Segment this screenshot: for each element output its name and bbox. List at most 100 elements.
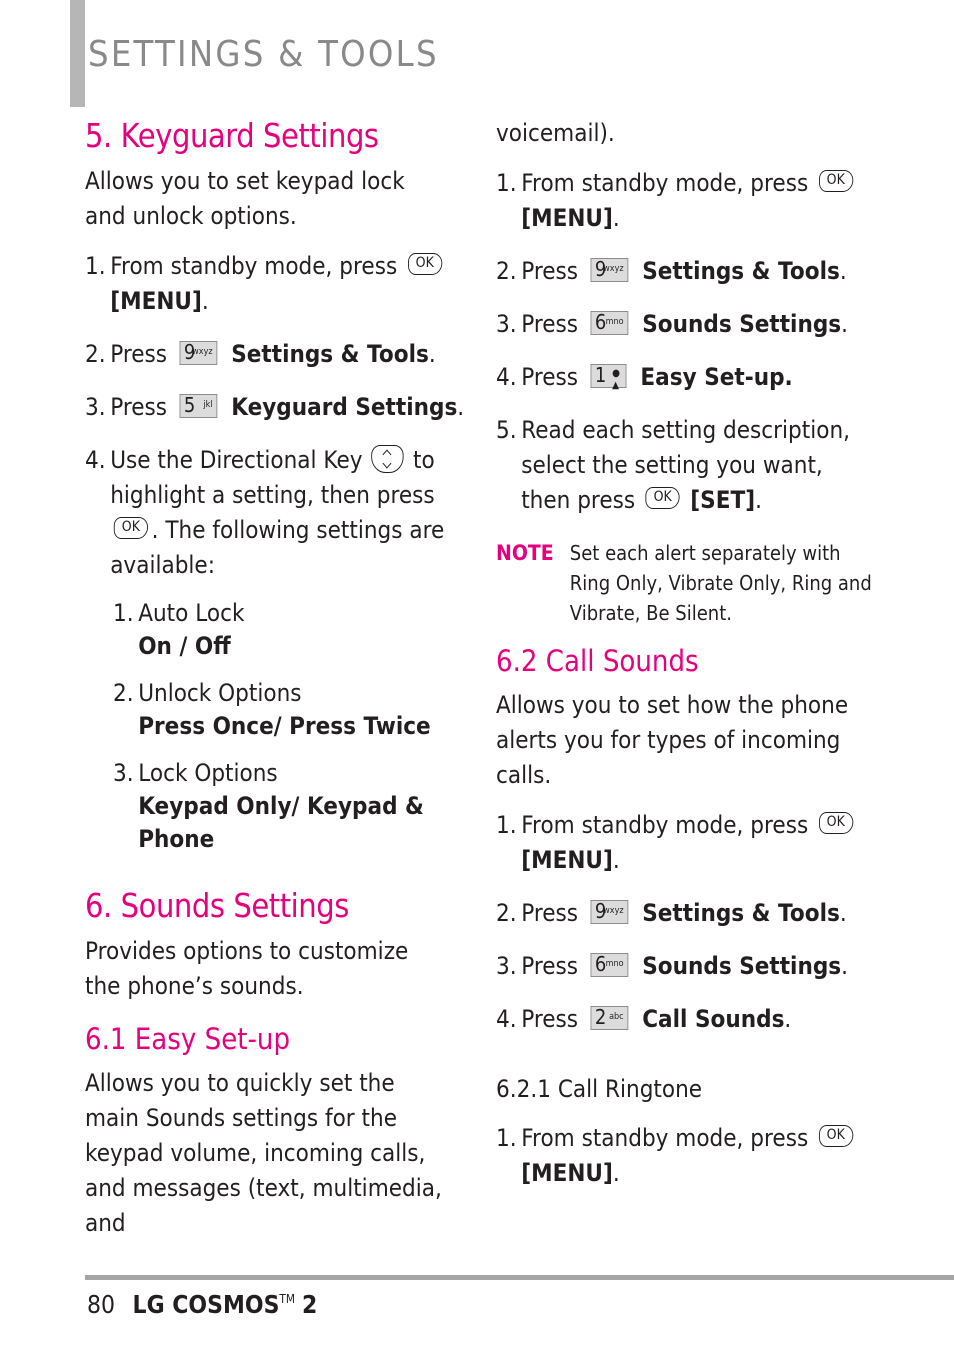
step-suffix: . — [612, 1159, 620, 1187]
page-number: 80 — [87, 1290, 115, 1319]
directional-key-icon — [371, 445, 404, 473]
step-suffix: . — [201, 287, 209, 315]
menu-label: [MENU] — [521, 1159, 613, 1187]
step-number: 1. — [85, 252, 106, 280]
step-text: Press — [110, 393, 168, 421]
left-column: 5. Keyguard Settings Allows you to set k… — [85, 112, 465, 1241]
key-letters: wxyz — [603, 264, 624, 274]
step-text: Press — [521, 363, 579, 391]
ok-key-icon: OK — [113, 517, 148, 539]
key-number: 6 — [594, 952, 607, 976]
step-number: 5. — [496, 416, 517, 444]
call-ringtone-step-1: 1. From standby mode, press OK [MENU]. — [496, 1121, 883, 1191]
menu-target: Easy Set-up. — [640, 363, 793, 391]
right-column: voicemail). 1. From standby mode, press … — [496, 112, 896, 1191]
step-suffix: . — [839, 899, 847, 927]
step-text: Use the Directional Key — [110, 446, 363, 474]
ok-key-icon: OK — [407, 253, 442, 275]
ok-key-icon: OK — [645, 487, 680, 509]
step-number: 1. — [496, 1124, 517, 1152]
step-number: 2. — [496, 257, 517, 285]
step-number: 3. — [496, 952, 517, 980]
key-9-icon: 9 wxyz — [179, 340, 218, 365]
step-number: 4. — [85, 446, 106, 474]
call-sounds-step-3: 3. Press 6 mno Sounds Settings. — [496, 949, 883, 984]
step-text: Press — [521, 899, 579, 927]
key-letters: mno — [605, 959, 624, 969]
step-suffix: . — [839, 257, 847, 285]
key-9-icon: 9 wxyz — [590, 899, 629, 924]
header-side-bar — [70, 0, 85, 107]
key-letters: wxyz — [192, 347, 213, 357]
keyguard-intro: Allows you to set keypad lock and unlock… — [85, 167, 405, 230]
keyguard-step-2: 2. Press 9 wxyz Settings & Tools. — [85, 337, 472, 372]
step-number: 3. — [85, 393, 106, 421]
step-suffix: . — [784, 1005, 792, 1033]
keyguard-options: 1. Auto Lock On / Off 2. Unlock Options … — [85, 597, 465, 856]
step-text: From standby mode, press — [521, 1124, 809, 1152]
menu-target: Keyguard Settings — [231, 393, 458, 421]
step-text: Press — [521, 952, 579, 980]
ok-key-icon: OK — [818, 812, 853, 834]
sounds-heading: 6. Sounds Settings — [85, 886, 349, 925]
menu-target: Settings & Tools — [642, 257, 840, 285]
call-sounds-step-1: 1. From standby mode, press OK [MENU]. — [496, 808, 883, 878]
menu-label: [MENU] — [110, 287, 202, 315]
step-suffix: . — [612, 846, 620, 874]
step-number: 1. — [496, 169, 517, 197]
easy-setup-step-1: 1. From standby mode, press OK [MENU]. — [496, 166, 883, 236]
call-sounds-heading: 6.2 Call Sounds — [496, 644, 699, 678]
easy-setup-intro: Allows you to quickly set the main Sound… — [85, 1069, 442, 1237]
step-text: From standby mode, press — [521, 811, 809, 839]
option-unlock-options: 2. Unlock Options Press Once/ Press Twic… — [113, 677, 491, 743]
step-text: Press — [521, 310, 579, 338]
option-values: On / Off — [138, 632, 231, 660]
set-label: [SET] — [690, 486, 756, 514]
option-values: Press Once/ Press Twice — [138, 712, 431, 740]
step-number: 3. — [496, 310, 517, 338]
step-suffix: . — [841, 952, 849, 980]
option-values: Keypad Only/ Keypad & Phone — [138, 792, 424, 853]
trademark: TM — [279, 1292, 295, 1306]
step-suffix: . — [755, 486, 762, 514]
key-2-icon: 2 abc — [590, 1005, 629, 1030]
note-text: Set each alert separately with Ring Only… — [569, 541, 872, 625]
model-number: 2 — [301, 1290, 318, 1319]
ok-key-icon: OK — [818, 170, 853, 192]
key-number: 1 — [594, 363, 607, 387]
call-sounds-step-4: 4. Press 2 abc Call Sounds. — [496, 1002, 883, 1037]
easy-setup-step-2: 2. Press 9 wxyz Settings & Tools. — [496, 254, 883, 289]
step-text: From standby mode, press — [521, 169, 809, 197]
note-label: NOTE — [496, 541, 554, 565]
menu-target: Settings & Tools — [231, 340, 429, 368]
menu-target: Call Sounds — [642, 1005, 785, 1033]
ok-key-icon: OK — [818, 1125, 853, 1147]
option-number: 2. — [113, 679, 134, 707]
easy-setup-step-3: 3. Press 6 mno Sounds Settings. — [496, 307, 883, 342]
key-number: 6 — [594, 310, 607, 334]
step-number: 4. — [496, 1005, 517, 1033]
option-auto-lock: 1. Auto Lock On / Off — [113, 597, 491, 663]
key-number: 2 — [594, 1005, 607, 1029]
menu-label: [MENU] — [521, 846, 613, 874]
menu-label: [MENU] — [521, 204, 613, 232]
key-number: 5 — [183, 393, 196, 417]
keyguard-step-1: 1. From standby mode, press OK [MENU]. — [85, 249, 472, 319]
option-lock-options: 3. Lock Options Keypad Only/ Keypad & Ph… — [113, 757, 424, 856]
option-name: Auto Lock — [138, 599, 245, 627]
key-letters: jkl — [203, 400, 213, 410]
call-sounds-intro: Allows you to set how the phone alerts y… — [496, 691, 849, 789]
step-suffix: . — [841, 310, 849, 338]
step-text: Press — [110, 340, 168, 368]
step-number: 2. — [85, 340, 106, 368]
easy-setup-step-5: 5. Read each setting description, select… — [496, 413, 865, 518]
option-number: 3. — [113, 759, 134, 787]
option-name: Unlock Options — [138, 679, 302, 707]
footer-rule — [85, 1275, 954, 1280]
step-suffix: . The following settings are available: — [110, 516, 445, 579]
key-letters: mno — [605, 317, 624, 327]
step-number: 4. — [496, 363, 517, 391]
step-suffix: . — [428, 340, 436, 368]
step-suffix: . — [612, 204, 620, 232]
step-number: 2. — [496, 899, 517, 927]
